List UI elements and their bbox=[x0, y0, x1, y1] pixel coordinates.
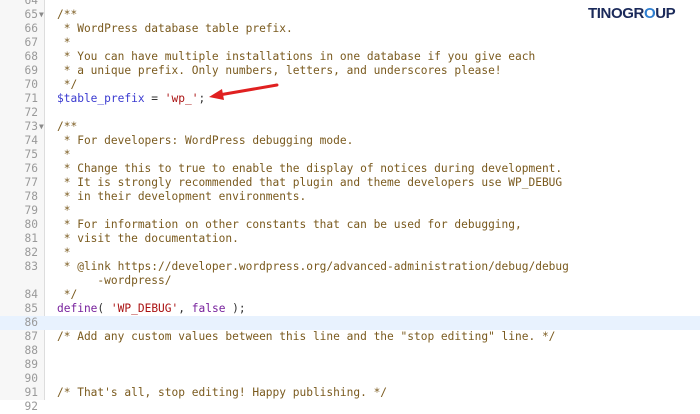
line-number: 84 bbox=[24, 288, 38, 301]
line-number: 67 bbox=[24, 36, 38, 49]
code-line[interactable]: 67 * bbox=[0, 36, 700, 50]
code-line[interactable]: 81 * visit the documentation. bbox=[0, 232, 700, 246]
code-text: define( 'WP_DEBUG', false ); bbox=[57, 302, 246, 315]
code-text: * For information on other constants tha… bbox=[57, 218, 522, 231]
code-line[interactable]: 80 * For information on other constants … bbox=[0, 218, 700, 232]
line-number: 83 bbox=[24, 260, 38, 273]
line-number: 81 bbox=[24, 232, 38, 245]
brand-logo: TINOGROUP bbox=[588, 5, 676, 23]
code-line[interactable]: 72 bbox=[0, 106, 700, 120]
line-number: 71 bbox=[24, 92, 38, 105]
code-line[interactable]: 75 * bbox=[0, 148, 700, 162]
line-number: 76 bbox=[24, 162, 38, 175]
line-number: 85 bbox=[24, 302, 38, 315]
code-line[interactable]: 70 */ bbox=[0, 78, 700, 92]
code-line[interactable]: 84 */ bbox=[0, 288, 700, 302]
code-line[interactable]: 82 * bbox=[0, 246, 700, 260]
code-text: /* That's all, stop editing! Happy publi… bbox=[57, 386, 388, 399]
logo-o-icon: O bbox=[643, 5, 656, 22]
code-line[interactable]: -wordpress/ bbox=[0, 274, 700, 288]
code-text: * bbox=[57, 246, 71, 259]
line-number: 73 bbox=[24, 120, 38, 133]
line-number: 88 bbox=[24, 344, 38, 357]
line-number: 75 bbox=[24, 148, 38, 161]
code-line[interactable]: 87 /* Add any custom values between this … bbox=[0, 330, 700, 344]
red-arrow-icon bbox=[209, 83, 279, 100]
line-number: 72 bbox=[24, 106, 38, 119]
code-text: /** bbox=[57, 120, 78, 133]
code-text: * For developers: WordPress debugging mo… bbox=[57, 134, 354, 147]
code-line[interactable]: 76 * Change this to true to enable the d… bbox=[0, 162, 700, 176]
line-number: 89 bbox=[24, 358, 38, 371]
code-line[interactable]: 79 * bbox=[0, 204, 700, 218]
code-text: * a unique prefix. Only numbers, letters… bbox=[57, 64, 502, 77]
code-line[interactable]: 83 * @link https://developer.wordpress.o… bbox=[0, 260, 700, 274]
code-text: * Change this to true to enable the disp… bbox=[57, 162, 563, 175]
code-text: $table_prefix = 'wp_'; bbox=[57, 92, 206, 105]
code-text: * bbox=[57, 148, 71, 161]
code-text: * bbox=[57, 36, 71, 49]
line-number: 68 bbox=[24, 50, 38, 63]
code-text: * You can have multiple installations in… bbox=[57, 50, 536, 63]
code-text: * WordPress database table prefix. bbox=[57, 22, 293, 35]
code-line[interactable]: 78 * in their development environments. bbox=[0, 190, 700, 204]
code-text: */ bbox=[57, 288, 78, 301]
code-line[interactable]: 89 bbox=[0, 358, 700, 372]
line-number: 90 bbox=[24, 372, 38, 385]
line-number: 64 bbox=[24, 0, 38, 7]
logo-text-up: UP bbox=[655, 5, 676, 22]
code-line[interactable]: 88 bbox=[0, 344, 700, 358]
line-number: 91 bbox=[24, 386, 38, 399]
code-line[interactable]: 77 * It is strongly recommended that plu… bbox=[0, 176, 700, 190]
code-text: * bbox=[57, 204, 71, 217]
code-text: /** bbox=[57, 8, 78, 21]
code-line[interactable]: 91 /* That's all, stop editing! Happy pub… bbox=[0, 386, 700, 400]
code-text: * It is strongly recommended that plugin… bbox=[57, 176, 563, 189]
fold-toggle-icon[interactable]: ▼ bbox=[39, 120, 44, 134]
line-number: 69 bbox=[24, 64, 38, 77]
line-number: 74 bbox=[24, 134, 38, 147]
code-line[interactable]: 85 define( 'WP_DEBUG', false ); bbox=[0, 302, 700, 316]
code-text: * visit the documentation. bbox=[57, 232, 239, 245]
code-line[interactable]: 74 * For developers: WordPress debugging… bbox=[0, 134, 700, 148]
line-number: 70 bbox=[24, 78, 38, 91]
line-number: 82 bbox=[24, 246, 38, 259]
code-line[interactable]: 90 bbox=[0, 372, 700, 386]
code-text: * in their development environments. bbox=[57, 190, 307, 203]
code-line[interactable]: 92 bbox=[0, 400, 700, 414]
code-text: */ bbox=[57, 78, 78, 91]
line-number: 77 bbox=[24, 176, 38, 189]
logo-text-tino: TINO bbox=[588, 5, 623, 22]
code-text: -wordpress/ bbox=[57, 274, 172, 287]
line-number: 78 bbox=[24, 190, 38, 203]
code-line[interactable]: 73 ▼ /** bbox=[0, 120, 700, 134]
logo-text-gr: GR bbox=[622, 5, 644, 22]
line-number: 86 bbox=[24, 316, 38, 329]
code-line[interactable]: 71 $table_prefix = 'wp_'; bbox=[0, 92, 700, 106]
fold-toggle-icon[interactable]: ▼ bbox=[39, 8, 44, 22]
code-text: * @link https://developer.wordpress.org/… bbox=[57, 260, 569, 273]
code-line[interactable]: 86 bbox=[0, 316, 700, 330]
line-number: 79 bbox=[24, 204, 38, 217]
code-line[interactable]: 68 * You can have multiple installations… bbox=[0, 50, 700, 64]
code-line[interactable]: 66 * WordPress database table prefix. bbox=[0, 22, 700, 36]
line-number: 80 bbox=[24, 218, 38, 231]
code-text: /* Add any custom values between this li… bbox=[57, 330, 556, 343]
line-number: 65 bbox=[24, 8, 38, 21]
line-number: 66 bbox=[24, 22, 38, 35]
code-editor[interactable]: 64 65 ▼/** 66 * WordPress database table pr… bbox=[0, 0, 700, 413]
code-line[interactable]: 69 * a unique prefix. Only numbers, lett… bbox=[0, 64, 700, 78]
line-number: 92 bbox=[24, 400, 38, 413]
line-number: 87 bbox=[24, 330, 38, 343]
